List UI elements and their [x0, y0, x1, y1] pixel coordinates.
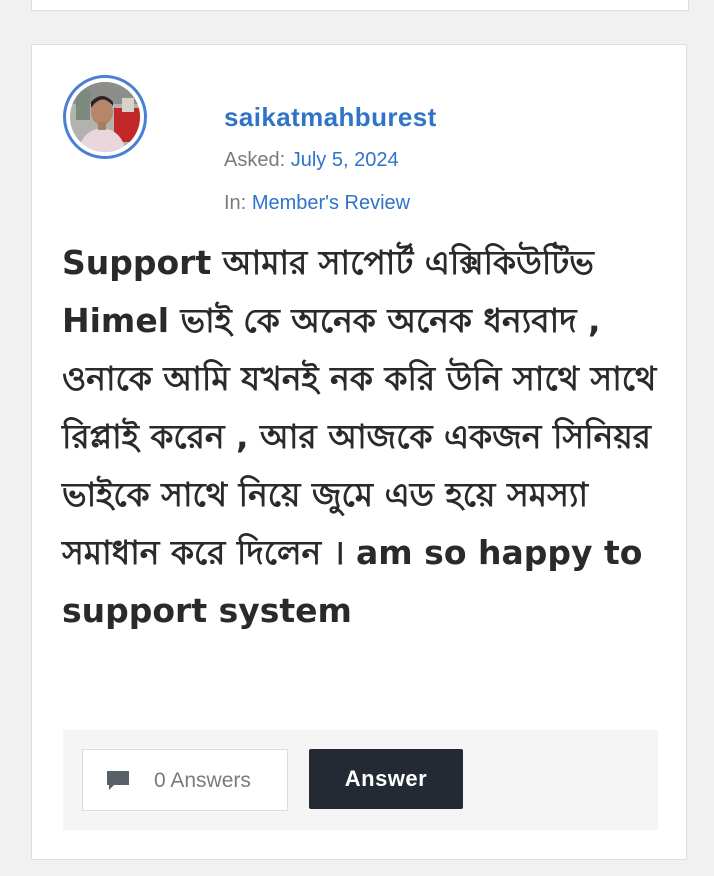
category-label: In: [224, 192, 247, 214]
question-title[interactable]: Support আমার সাপোর্ট এক্সিকিউটিভ Himel ভ… [62, 234, 672, 640]
avatar[interactable] [63, 75, 147, 159]
previous-card-bottom [31, 0, 689, 11]
chat-bubble-icon [105, 769, 131, 798]
avatar-image [70, 82, 140, 152]
answer-button[interactable]: Answer [309, 749, 463, 809]
category-link[interactable]: Member's Review [252, 192, 410, 214]
asked-date-line: Asked: July 5, 2024 [224, 149, 399, 172]
question-footer: 0 Answers Answer [63, 730, 658, 830]
author-username[interactable]: saikatmahburest [224, 102, 437, 133]
answers-count-label: 0 Answers [154, 769, 251, 792]
category-line: In: Member's Review [224, 192, 410, 215]
avatar-photo-icon [70, 82, 140, 152]
question-card: saikatmahburest Asked: July 5, 2024 In: … [31, 44, 687, 860]
asked-date-link[interactable]: July 5, 2024 [291, 149, 399, 171]
asked-label: Asked: [224, 149, 286, 171]
answers-count-box[interactable]: 0 Answers [82, 749, 288, 811]
